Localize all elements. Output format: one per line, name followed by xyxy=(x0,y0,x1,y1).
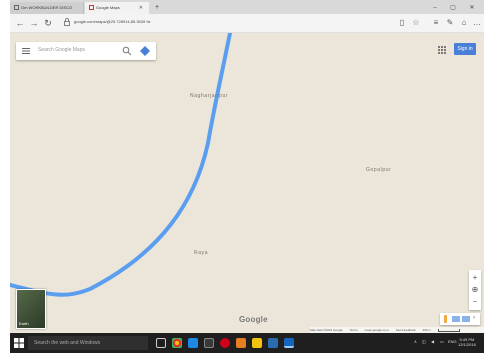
chrome-icon[interactable] xyxy=(172,338,182,348)
share-icon[interactable]: ⌂ xyxy=(458,17,470,29)
more-icon[interactable]: … xyxy=(471,17,483,29)
road-route xyxy=(10,33,232,297)
message-icon[interactable]: ▭ xyxy=(440,339,444,344)
app-icon[interactable] xyxy=(236,338,246,348)
domain-link[interactable]: maps.google.co.in xyxy=(365,328,389,332)
scale-label: 200 m xyxy=(422,328,431,332)
edge-icon[interactable] xyxy=(188,338,198,348)
hub-icon[interactable]: ≡ xyxy=(430,17,442,29)
app-icon[interactable] xyxy=(204,338,214,348)
windows-start-icon[interactable] xyxy=(14,338,24,348)
tray-chevron-icon[interactable]: ∧ xyxy=(414,339,417,344)
zoom-in-button[interactable]: + xyxy=(469,272,481,284)
place-label[interactable]: Raya xyxy=(194,250,208,256)
search-box: Search Google Maps xyxy=(16,42,156,60)
close-tab-icon[interactable]: ✕ xyxy=(139,2,143,14)
map-data-credit: Map data ©2016 Google xyxy=(310,328,343,332)
satellite-label: Earth xyxy=(19,321,29,326)
lock-icon xyxy=(64,18,70,26)
pegman-icon[interactable] xyxy=(444,315,447,323)
volume-icon[interactable]: ◀ xyxy=(431,339,434,344)
terms-link[interactable]: Terms xyxy=(350,328,358,332)
active-app-icon[interactable] xyxy=(284,338,294,348)
photo-icon[interactable] xyxy=(462,316,470,322)
tab-google-maps[interactable]: Google Maps ✕ xyxy=(85,2,149,14)
directions-icon[interactable] xyxy=(140,46,150,56)
sign-in-button[interactable]: Sign in xyxy=(454,43,476,55)
reading-view-icon[interactable]: ▯ xyxy=(396,17,408,29)
street-view-bar[interactable]: › xyxy=(440,313,480,325)
page-icon xyxy=(14,5,19,11)
tab-workbuilder[interactable]: Gm WORKBUILDER DISCO xyxy=(10,2,84,14)
scale-bar xyxy=(437,328,460,332)
map-canvas[interactable]: Search Google Maps Sign in Nagharjaripur… xyxy=(10,33,484,333)
photo-icon[interactable] xyxy=(452,316,460,322)
browser-window: Gm WORKBUILDER DISCO Google Maps ✕ + – ▢… xyxy=(10,0,484,353)
back-icon[interactable]: ← xyxy=(14,17,26,29)
chevron-right-icon[interactable]: › xyxy=(473,315,475,321)
address-bar: ← → ↻ google.com/maps/@25.728914,85.3539… xyxy=(10,14,484,33)
tab-strip: Gm WORKBUILDER DISCO Google Maps ✕ + – ▢… xyxy=(10,0,484,14)
satellite-toggle[interactable]: Earth xyxy=(16,289,46,329)
clock[interactable]: 5:49 PM 12/1/2016 xyxy=(458,337,476,347)
file-explorer-icon[interactable] xyxy=(252,338,262,348)
refresh-icon[interactable]: ↻ xyxy=(42,17,54,29)
task-view-icon[interactable] xyxy=(156,338,166,348)
apps-grid-icon[interactable] xyxy=(438,46,446,54)
opera-icon[interactable] xyxy=(220,338,230,348)
store-icon[interactable] xyxy=(268,338,278,348)
close-window-button[interactable]: ✕ xyxy=(465,2,479,14)
google-logo: Google xyxy=(239,315,268,324)
clock-date: 12/1/2016 xyxy=(458,342,476,347)
place-label[interactable]: Nagharjaripur xyxy=(190,93,228,99)
favorite-star-icon[interactable]: ☆ xyxy=(410,17,422,29)
search-icon[interactable] xyxy=(122,46,132,56)
tab-label: Google Maps xyxy=(96,5,120,10)
new-tab-button[interactable]: + xyxy=(152,2,162,14)
place-label[interactable]: Gopalpur xyxy=(366,167,391,173)
minimize-button[interactable]: – xyxy=(428,2,442,14)
url-field[interactable]: google.com/maps/@25.728914,85.3539 9z xyxy=(74,19,151,24)
search-input[interactable]: Search Google Maps xyxy=(38,47,85,53)
taskbar-search[interactable]: Search the web and Windows xyxy=(28,336,148,350)
network-icon[interactable]: ◫ xyxy=(422,339,426,344)
taskbar: Search the web and Windows ∧ ◫ ◀ ▭ ENG 5… xyxy=(10,333,484,353)
forward-icon[interactable]: → xyxy=(28,17,40,29)
zoom-control: + ⊕ − xyxy=(469,270,481,310)
maximize-button[interactable]: ▢ xyxy=(446,2,460,14)
feedback-link[interactable]: Send feedback xyxy=(396,328,416,332)
compass-icon[interactable]: ⊕ xyxy=(469,284,481,296)
language-indicator[interactable]: ENG xyxy=(448,339,457,344)
web-note-icon[interactable]: ✎ xyxy=(444,17,456,29)
zoom-out-button[interactable]: − xyxy=(469,296,481,308)
tab-label: Gm WORKBUILDER DISCO xyxy=(21,5,73,10)
menu-icon[interactable] xyxy=(22,48,30,54)
maps-icon xyxy=(89,5,94,11)
